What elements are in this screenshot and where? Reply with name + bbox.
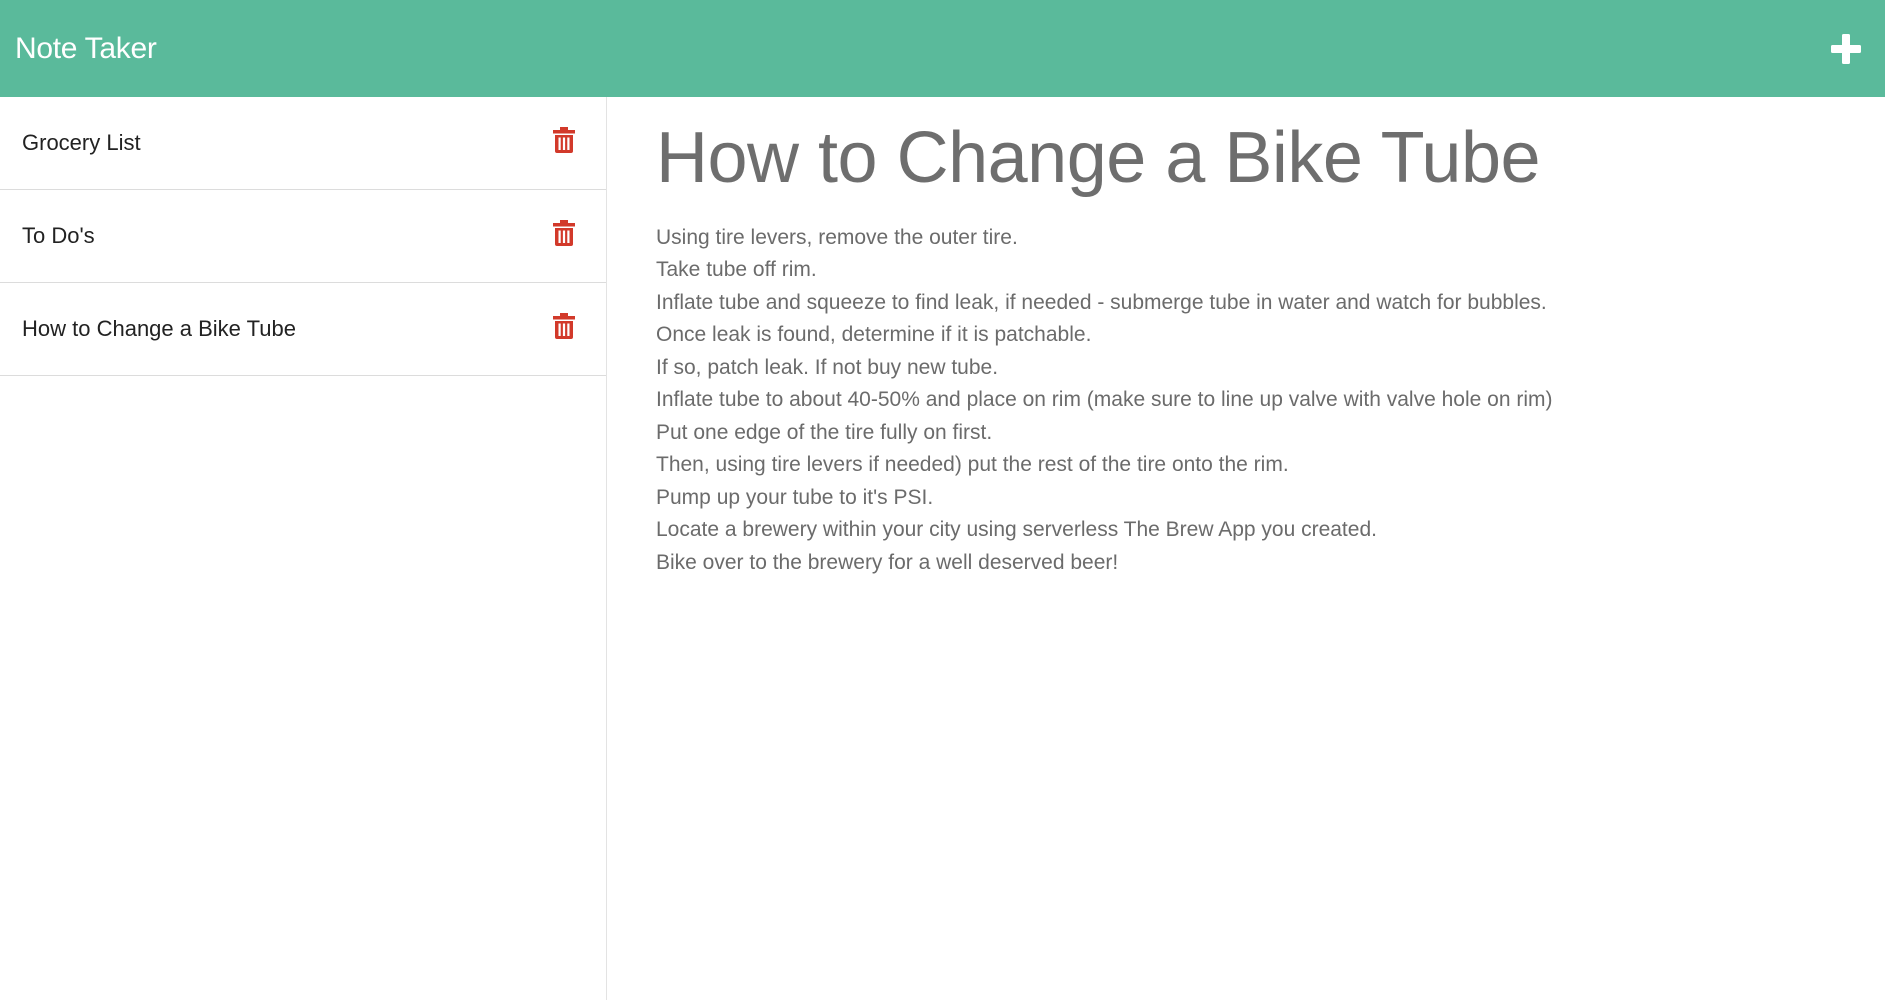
note-line: Then, using tire levers if needed) put t…	[656, 453, 1289, 477]
note-line: Put one edge of the tire fully on first.	[656, 420, 993, 444]
note-line: Bike over to the brewery for a well dese…	[656, 550, 1119, 574]
note-line: Pump up your tube to it's PSI.	[656, 485, 934, 509]
note-text-area[interactable]: Using tire levers, remove the outer tire…	[656, 222, 1845, 580]
note-item-label: To Do's	[22, 223, 95, 248]
delete-note-button[interactable]	[550, 311, 578, 341]
note-line: Once leak is found, determine if it is p…	[656, 323, 1092, 347]
trash-icon	[553, 313, 575, 339]
delete-note-button[interactable]	[550, 218, 578, 248]
trash-icon	[553, 127, 575, 153]
note-list: Grocery List To Do's How to Change a Bik…	[0, 97, 606, 376]
new-note-button[interactable]	[1824, 27, 1868, 71]
note-title-field[interactable]: How to Change a Bike Tube	[656, 117, 1845, 200]
note-item-label: Grocery List	[22, 130, 141, 155]
note-sidebar: Grocery List To Do's How to Change a Bik…	[0, 97, 607, 1000]
note-item-label: How to Change a Bike Tube	[22, 316, 296, 341]
plus-icon	[1831, 33, 1861, 64]
delete-note-button[interactable]	[550, 125, 578, 155]
note-line: If so, patch leak. If not buy new tube.	[656, 355, 999, 379]
note-line: Using tire levers, remove the outer tire…	[656, 225, 1018, 249]
note-item-bike-tube[interactable]: How to Change a Bike Tube	[0, 283, 606, 376]
navbar: Note Taker	[0, 0, 1885, 97]
note-line: Take tube off rim.	[656, 258, 817, 282]
trash-icon	[553, 220, 575, 246]
note-item-grocery-list[interactable]: Grocery List	[0, 97, 606, 190]
note-line: Inflate tube to about 40-50% and place o…	[656, 388, 1553, 412]
note-item-to-dos[interactable]: To Do's	[0, 190, 606, 283]
note-editor: How to Change a Bike Tube Using tire lev…	[608, 97, 1885, 1000]
note-line: Inflate tube and squeeze to find leak, i…	[656, 290, 1547, 314]
app-title[interactable]: Note Taker	[15, 32, 157, 66]
note-line: Locate a brewery within your city using …	[656, 518, 1377, 542]
